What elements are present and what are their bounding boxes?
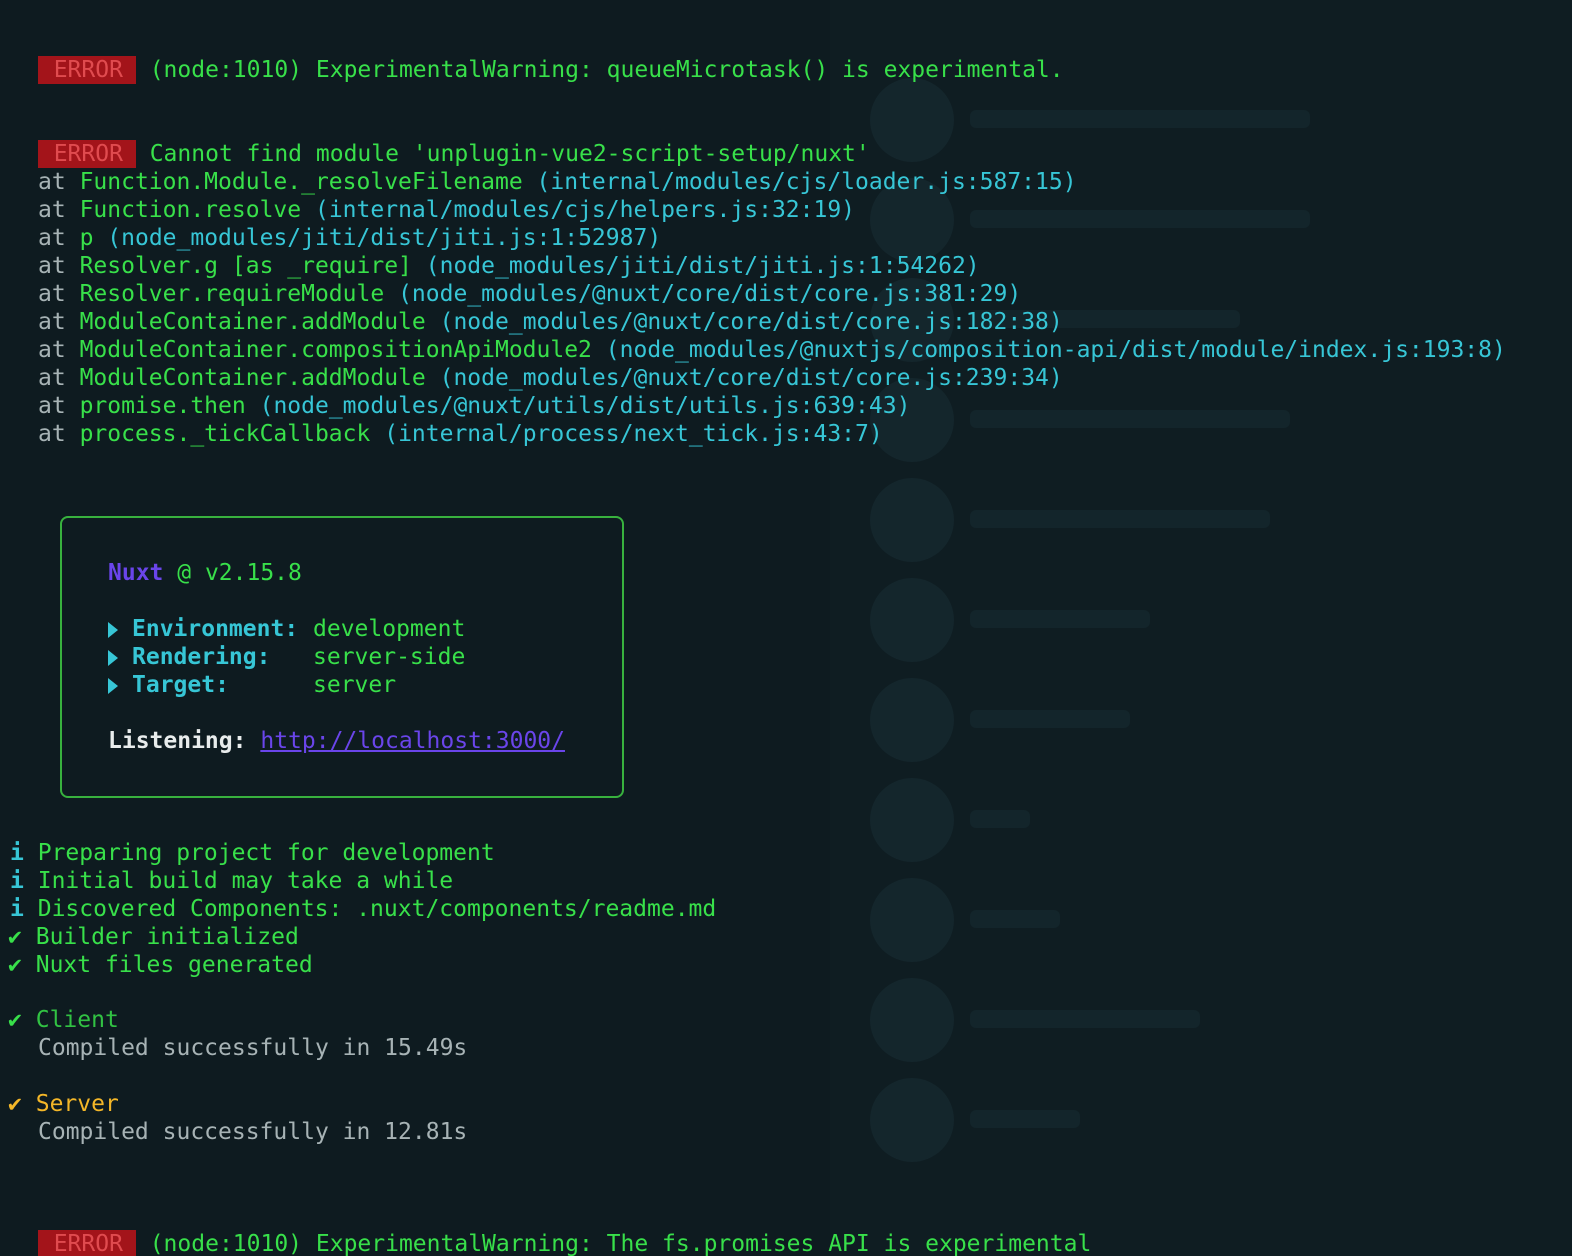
nuxt-version-line: Nuxt @ v2.15.8 bbox=[108, 559, 302, 587]
check-icon: ✔ bbox=[8, 952, 22, 978]
check-icon: ✔ bbox=[8, 1007, 22, 1033]
stack-line: at ModuleContainer.compositionApiModule2… bbox=[38, 337, 1506, 363]
client-title: Client bbox=[35, 1007, 119, 1033]
stack-line: at promise.then (node_modules/@nuxt/util… bbox=[38, 393, 911, 419]
stack-location: (internal/modules/cjs/helpers.js:32:19) bbox=[314, 197, 856, 223]
server-title-line: ✔ Server bbox=[8, 1090, 119, 1118]
client-title-line: ✔ Client bbox=[8, 1006, 119, 1034]
rendering-value: server-side bbox=[313, 644, 466, 670]
info-icon: i bbox=[10, 896, 24, 922]
blurred-text-bar bbox=[970, 110, 1310, 128]
blurred-avatar bbox=[870, 478, 954, 562]
error-message: Cannot find module 'unplugin-vue2-script… bbox=[149, 141, 870, 167]
stack-location: (internal/process/next_tick.js:43:7) bbox=[384, 421, 883, 447]
check-icon: ✔ bbox=[8, 1091, 22, 1117]
stack-function: ModuleContainer.compositionApiModule2 bbox=[79, 337, 592, 363]
rendering-row: Rendering: server-side bbox=[108, 643, 465, 671]
stack-line: at Function.resolve (internal/modules/cj… bbox=[38, 197, 856, 223]
env-row: Environment: development bbox=[108, 615, 465, 643]
stack-function: Function.Module._resolveFilename bbox=[79, 169, 523, 195]
listening-label: Listening: bbox=[108, 728, 247, 754]
stack-location: (node_modules/jiti/dist/jiti.js:1:54262) bbox=[425, 253, 980, 279]
error-line: ERROR (node:1010) ExperimentalWarning: qu… bbox=[0, 28, 1064, 84]
stack-function: Resolver.g [as _require] bbox=[79, 253, 412, 279]
stack-location: (node_modules/@nuxtjs/composition-api/di… bbox=[605, 337, 1506, 363]
blurred-text-bar bbox=[970, 410, 1290, 428]
server-detail: Compiled successfully in 12.81s bbox=[38, 1119, 468, 1145]
client-detail: Compiled successfully in 15.49s bbox=[38, 1035, 468, 1061]
nuxt-name: Nuxt bbox=[108, 560, 164, 586]
stack-function: ModuleContainer.addModule bbox=[79, 365, 426, 391]
target-value: server bbox=[313, 672, 397, 698]
blurred-avatar bbox=[870, 778, 954, 862]
error-line: ERROR (node:1010) ExperimentalWarning: Th… bbox=[0, 1202, 1091, 1256]
error-badge: ERROR bbox=[37, 140, 136, 168]
blurred-text-bar bbox=[970, 810, 1030, 828]
info-line: i Discovered Components: .nuxt/component… bbox=[10, 896, 717, 922]
error-badge: ERROR bbox=[37, 56, 136, 84]
stack-location: (internal/modules/cjs/loader.js:587:15) bbox=[536, 169, 1077, 195]
blurred-text-bar bbox=[970, 210, 1310, 228]
info-icon: i bbox=[10, 868, 24, 894]
stack-line: at ModuleContainer.addModule (node_modul… bbox=[38, 309, 1063, 335]
blurred-avatar bbox=[870, 878, 954, 962]
stack-location: (node_modules/jiti/dist/jiti.js:1:52987) bbox=[107, 225, 662, 251]
stack-line: at p (node_modules/jiti/dist/jiti.js:1:5… bbox=[38, 225, 662, 251]
triangle-right-icon bbox=[108, 649, 118, 666]
error-line: ERROR Cannot find module 'unplugin-vue2-s… bbox=[0, 112, 870, 168]
stack-location: (node_modules/@nuxt/core/dist/core.js:23… bbox=[439, 365, 1063, 391]
blurred-text-bar bbox=[970, 1010, 1200, 1028]
stack-line: at ModuleContainer.addModule (node_modul… bbox=[38, 365, 1063, 391]
listening-row: Listening: http://localhost:3000/ bbox=[108, 727, 565, 755]
stack-function: process._tickCallback bbox=[79, 421, 371, 447]
info-line: i Preparing project for development bbox=[10, 840, 495, 866]
error-message: (node:1010) ExperimentalWarning: queueMi… bbox=[149, 57, 1064, 83]
triangle-right-icon bbox=[108, 621, 118, 638]
blurred-avatar bbox=[870, 1078, 954, 1162]
env-key: Environment: bbox=[132, 616, 299, 642]
stack-line: at Function.Module._resolveFilename (int… bbox=[38, 169, 1077, 195]
info-icon: i bbox=[10, 840, 24, 866]
blurred-avatar bbox=[870, 978, 954, 1062]
stack-function: p bbox=[79, 225, 94, 251]
stack-line: at Resolver.g [as _require] (node_module… bbox=[38, 253, 980, 279]
blurred-text-bar bbox=[970, 610, 1150, 628]
nuxt-version: @ v2.15.8 bbox=[177, 560, 302, 586]
stack-function: ModuleContainer.addModule bbox=[79, 309, 426, 335]
success-line: ✔ Builder initialized bbox=[8, 924, 299, 950]
error-message: (node:1010) ExperimentalWarning: The fs.… bbox=[149, 1231, 1092, 1256]
blurred-text-bar bbox=[970, 710, 1130, 728]
blurred-avatar bbox=[870, 578, 954, 662]
info-line: i Initial build may take a while bbox=[10, 868, 454, 894]
server-title: Server bbox=[35, 1091, 119, 1117]
stack-function: Function.resolve bbox=[79, 197, 302, 223]
stack-location: (node_modules/@nuxt/core/dist/core.js:38… bbox=[398, 281, 1022, 307]
success-line: ✔ Nuxt files generated bbox=[8, 952, 313, 978]
blurred-text-bar bbox=[970, 910, 1060, 928]
stack-location: (node_modules/@nuxt/utils/dist/utils.js:… bbox=[259, 393, 911, 419]
triangle-right-icon bbox=[108, 677, 118, 694]
blurred-text-bar bbox=[970, 510, 1270, 528]
env-value: development bbox=[313, 616, 466, 642]
localhost-link[interactable]: http://localhost:3000/ bbox=[260, 728, 565, 754]
stack-line: at process._tickCallback (internal/proce… bbox=[38, 421, 883, 447]
blurred-text-bar bbox=[970, 1110, 1080, 1128]
target-row: Target: server bbox=[108, 671, 396, 699]
blurred-avatar bbox=[870, 678, 954, 762]
stack-line: at Resolver.requireModule (node_modules/… bbox=[38, 281, 1022, 307]
stack-location: (node_modules/@nuxt/core/dist/core.js:18… bbox=[439, 309, 1063, 335]
target-key: Target: bbox=[132, 672, 229, 698]
check-icon: ✔ bbox=[8, 924, 22, 950]
error-badge: ERROR bbox=[37, 1230, 136, 1256]
stack-function: promise.then bbox=[79, 393, 246, 419]
blurred-avatar bbox=[870, 78, 954, 162]
rendering-key: Rendering: bbox=[132, 644, 271, 670]
stack-function: Resolver.requireModule bbox=[79, 281, 385, 307]
